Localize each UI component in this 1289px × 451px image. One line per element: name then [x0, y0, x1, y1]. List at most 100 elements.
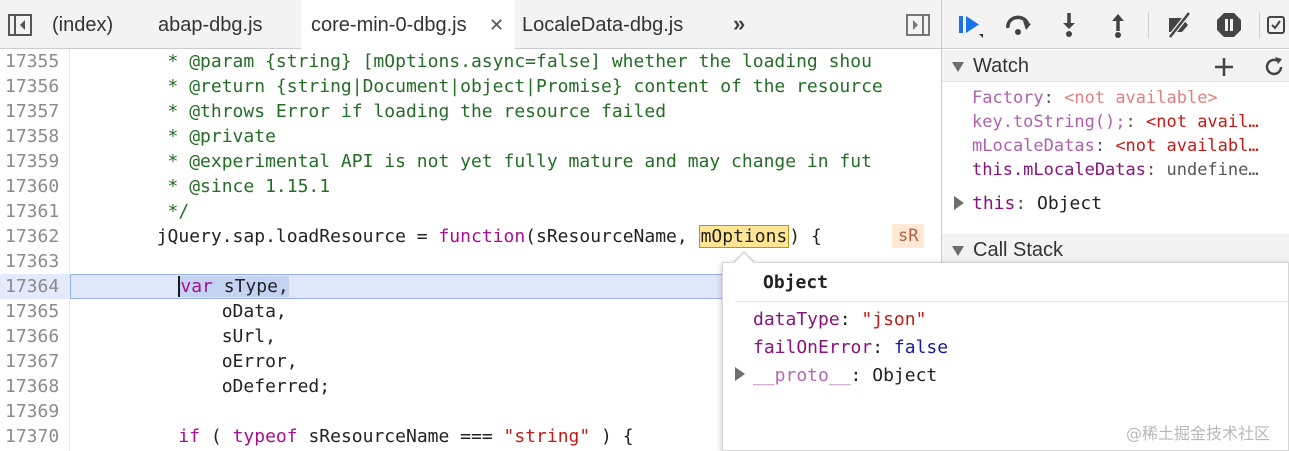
- line-number[interactable]: 17357: [5, 99, 59, 124]
- watch-section-header[interactable]: Watch: [942, 50, 1289, 82]
- line-number[interactable]: 17368: [5, 374, 59, 399]
- code-keyword: function: [438, 226, 526, 247]
- popover-proto-property[interactable]: __proto__: Object: [753, 363, 937, 389]
- code-line[interactable]: 17356 * @return {string|Document|object|…: [0, 74, 941, 99]
- code-line[interactable]: 17361 */: [0, 199, 941, 224]
- tab-abap-dbg[interactable]: abap-dbg.js: [158, 0, 263, 49]
- line-number[interactable]: 17367: [5, 349, 59, 374]
- code-text: var sType,: [70, 274, 289, 299]
- code-token: sResourceName ===: [297, 426, 504, 447]
- watch-expression-name: key.toString();: [972, 112, 1126, 132]
- line-number[interactable]: 17360: [5, 174, 59, 199]
- watch-separator: :: [1125, 112, 1147, 132]
- code-token: sType,: [212, 276, 289, 297]
- property-separator: :: [872, 337, 894, 358]
- watch-expression[interactable]: Factory: <not available>: [972, 86, 1289, 110]
- line-number[interactable]: 17355: [5, 49, 59, 74]
- watch-expression[interactable]: key.toString();: <not avail…: [972, 110, 1289, 134]
- hovered-variable[interactable]: mOptions: [698, 225, 790, 248]
- watch-separator: :: [1043, 88, 1065, 108]
- code-line[interactable]: 17359 * @experimental API is not yet ful…: [0, 149, 941, 174]
- popover-property[interactable]: dataType: "json": [753, 307, 926, 333]
- code-token: ) {: [590, 426, 634, 447]
- line-number[interactable]: 17365: [5, 299, 59, 324]
- watch-expression-name: this.mLocaleDatas: [972, 160, 1146, 180]
- line-number[interactable]: 17366: [5, 324, 59, 349]
- add-watch-icon[interactable]: [1212, 55, 1236, 79]
- inline-variable-value: sR: [892, 224, 925, 248]
- popover-property[interactable]: failOnError: false: [753, 335, 948, 361]
- code-text: oError,: [70, 351, 298, 372]
- code-text: jQuery.sap.loadResource = function(sReso…: [70, 224, 822, 249]
- code-text: * @since 1.15.1: [70, 176, 331, 197]
- code-line[interactable]: 17360 * @since 1.15.1: [0, 174, 941, 199]
- tab-label: abap-dbg.js: [158, 14, 263, 36]
- refresh-watch-icon[interactable]: [1262, 55, 1286, 79]
- tab-label: LocaleData-dbg.js: [522, 14, 684, 36]
- watch-expression-value: <not avail…: [1146, 112, 1259, 132]
- toolbar-separator: [1259, 12, 1260, 38]
- code-line[interactable]: 17362 jQuery.sap.loadResource = function…: [0, 224, 941, 249]
- line-number[interactable]: 17359: [5, 149, 59, 174]
- popover-arrow-inner: [734, 253, 754, 263]
- step-out-icon[interactable]: [1103, 10, 1133, 40]
- resume-icon[interactable]: [954, 10, 984, 40]
- tab-localedata-dbg[interactable]: LocaleData-dbg.js: [522, 0, 683, 49]
- line-number[interactable]: 17362: [5, 224, 59, 249]
- code-text: oDeferred;: [70, 376, 331, 397]
- expand-triangle-icon: [952, 62, 964, 72]
- tab-index[interactable]: (index): [52, 0, 113, 49]
- line-number[interactable]: 17364: [5, 274, 59, 299]
- watch-title: Watch: [973, 55, 1029, 77]
- code-text: * @private: [70, 126, 276, 147]
- property-separator: :: [850, 365, 873, 386]
- code-line[interactable]: 17358 * @private: [0, 124, 941, 149]
- watch-expression[interactable]: mLocaleDatas: <not availabl…: [972, 134, 1289, 158]
- line-number[interactable]: 17358: [5, 124, 59, 149]
- code-text: * @throws Error if loading the resource …: [70, 101, 667, 122]
- expand-object-icon[interactable]: [954, 196, 964, 210]
- watch-separator: :: [1015, 193, 1038, 214]
- more-tabs-icon[interactable]: »: [733, 0, 745, 49]
- tab-label: (index): [52, 14, 114, 36]
- watch-this-object[interactable]: this: Object: [954, 192, 1102, 216]
- code-line[interactable]: 17357 * @throws Error if loading the res…: [0, 99, 941, 124]
- property-value: false: [893, 337, 949, 358]
- line-number[interactable]: 17363: [5, 249, 59, 274]
- code-keyword: if: [178, 426, 201, 447]
- debugger-toolbar: [942, 0, 1289, 49]
- line-number[interactable]: 17361: [5, 199, 59, 224]
- expand-proto-icon[interactable]: [735, 367, 745, 381]
- code-token: (: [200, 426, 233, 447]
- watch-expression-value: undefine…: [1166, 160, 1259, 180]
- line-number[interactable]: 17370: [5, 424, 59, 449]
- property-key: failOnError: [753, 337, 873, 358]
- code-line[interactable]: 17355 * @param {string} [mOptions.async=…: [0, 49, 941, 74]
- step-into-icon[interactable]: [1054, 10, 1084, 40]
- watch-expression-value: <not availabl…: [1115, 136, 1259, 156]
- tab-core-min-dbg[interactable]: core-min-0-dbg.js: [301, 0, 515, 49]
- expand-triangle-icon: [952, 246, 964, 256]
- line-number[interactable]: 17369: [5, 399, 59, 424]
- async-checkbox-icon[interactable]: [1266, 10, 1289, 40]
- watermark: @稀土掘金技术社区: [1126, 424, 1271, 443]
- watch-expression-name: mLocaleDatas: [972, 136, 1095, 156]
- code-text: if ( typeof sResourceName === "string" )…: [70, 424, 634, 449]
- navigator-toggle-icon[interactable]: [6, 11, 34, 39]
- watch-expression-name: Factory: [972, 88, 1044, 108]
- pause-on-exceptions-icon[interactable]: [1214, 10, 1244, 40]
- step-over-icon[interactable]: [1003, 10, 1033, 40]
- deactivate-breakpoints-icon[interactable]: [1164, 10, 1194, 40]
- code-keyword: var: [178, 276, 213, 297]
- debugger-panel-toggle-icon[interactable]: [904, 11, 932, 39]
- line-number[interactable]: 17356: [5, 74, 59, 99]
- watch-expression[interactable]: this.mLocaleDatas: undefine…: [972, 158, 1289, 182]
- popover-divider: [735, 301, 1288, 302]
- code-string: "string": [503, 426, 591, 447]
- property-separator: :: [839, 309, 862, 330]
- tab-label: core-min-0-dbg.js: [311, 14, 467, 36]
- tab-close-icon[interactable]: ✕: [489, 0, 504, 49]
- code-keyword: typeof: [232, 426, 298, 447]
